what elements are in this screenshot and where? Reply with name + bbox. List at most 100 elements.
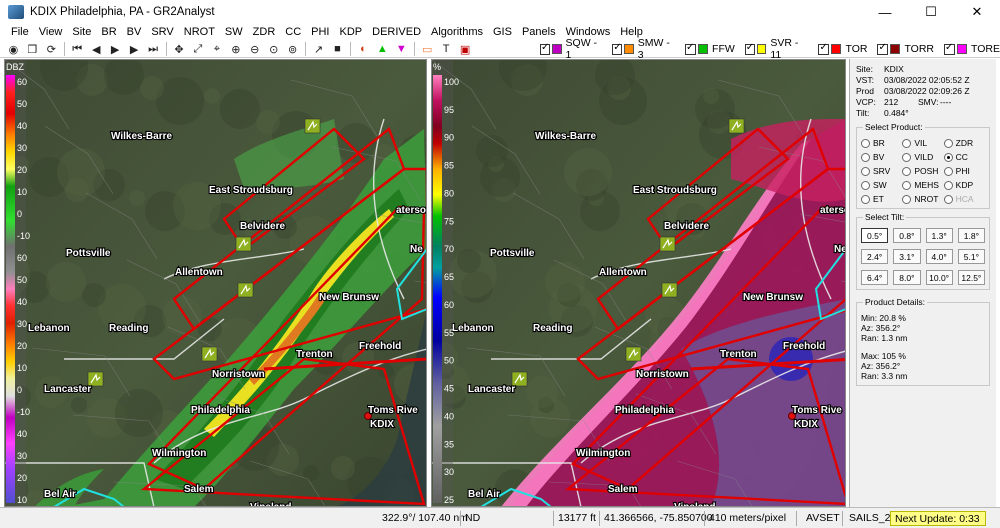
checkbox[interactable] (818, 42, 830, 55)
move-icon[interactable]: ✥ (172, 42, 185, 56)
menu-phi[interactable]: PHI (306, 24, 334, 41)
tilt-button[interactable]: 1.3° (925, 228, 953, 243)
radio-icon[interactable] (861, 166, 870, 176)
menu-site[interactable]: Site (67, 24, 96, 41)
menu-sw[interactable]: SW (220, 24, 248, 41)
reflectivity-map[interactable]: Wilkes-Barre East Stroudsburg Belvidere Pot… (4, 59, 427, 507)
radio-icon[interactable] (902, 180, 912, 190)
tilt-button[interactable]: 8.0° (893, 270, 921, 285)
menu-view[interactable]: View (34, 24, 68, 41)
radio-icon[interactable] (861, 180, 870, 190)
radio-icon[interactable] (861, 152, 870, 162)
tilt-button[interactable]: 6.4° (861, 270, 889, 285)
storm-marker-icon[interactable] (661, 282, 678, 298)
product-radio-mehs[interactable]: MEHS (902, 180, 943, 190)
storm-marker-icon[interactable] (237, 282, 254, 298)
minimize-button[interactable]: — (862, 0, 908, 24)
correlation-coefficient-map[interactable]: Wilkes-Barre East Stroudsburg Belvidere Pot… (431, 59, 846, 507)
tilt-button[interactable]: 5.1° (957, 249, 985, 264)
triangle-up-icon[interactable]: ▲ (376, 42, 389, 56)
warning-toggle-smw[interactable]: SMW - 3 (612, 37, 675, 61)
tilt-button[interactable]: 3.1° (893, 249, 921, 264)
menu-cc[interactable]: CC (280, 24, 306, 41)
product-radio-posh[interactable]: POSH (902, 166, 943, 176)
warning-toggle-tor[interactable]: TOR (818, 42, 867, 55)
radio-icon[interactable] (943, 180, 953, 190)
menu-derived[interactable]: DERIVED (367, 24, 426, 41)
checkbox[interactable] (685, 42, 697, 55)
refresh-icon[interactable]: ⟳ (45, 42, 58, 56)
product-radio-srv[interactable]: SRV (861, 166, 902, 176)
checkbox[interactable] (612, 42, 623, 55)
radio-icon[interactable] (861, 138, 870, 148)
product-radio-et[interactable]: ET (861, 194, 902, 204)
storm-marker-icon[interactable] (304, 118, 321, 134)
stop-icon[interactable]: ■ (331, 42, 344, 56)
product-radio-br[interactable]: BR (861, 138, 902, 148)
menu-srv[interactable]: SRV (146, 24, 178, 41)
maximize-button[interactable]: ☐ (908, 0, 954, 24)
text-icon[interactable]: T (440, 42, 453, 56)
radio-icon[interactable] (902, 194, 912, 204)
storm-marker-icon[interactable] (659, 236, 676, 252)
zoom-in-icon[interactable]: ⊕ (229, 42, 242, 56)
record-icon[interactable]: ▣ (459, 42, 472, 56)
storm-marker-icon[interactable] (235, 236, 252, 252)
warning-toggle-sqw[interactable]: SQW - 1 (540, 37, 602, 61)
reflectivity-pane[interactable]: Wilkes-Barre East Stroudsburg Belvidere Pot… (4, 59, 427, 507)
warning-toggle-svr[interactable]: SVR - 11 (744, 37, 809, 61)
tilt-button[interactable]: 10.0° (925, 270, 953, 285)
checkbox[interactable] (877, 42, 889, 55)
storm-marker-icon[interactable] (625, 346, 642, 362)
storm-marker-icon[interactable] (728, 118, 745, 134)
radio-icon[interactable] (943, 152, 953, 162)
pin-icon[interactable]: ⌖ (210, 42, 223, 56)
checkbox[interactable] (540, 42, 551, 55)
zoom-fit-icon[interactable]: ⊙ (267, 42, 280, 56)
copy-icon[interactable]: ❐ (26, 42, 39, 56)
triangle-down-icon[interactable]: ▼ (395, 42, 408, 56)
radio-icon[interactable] (943, 138, 953, 148)
product-radio-phi[interactable]: PHI (943, 166, 985, 176)
product-radio-kdp[interactable]: KDP (943, 180, 985, 190)
radio-icon[interactable] (943, 166, 953, 176)
warning-toggle-torr[interactable]: TORR (877, 42, 934, 55)
radio-icon[interactable] (861, 194, 870, 204)
first-frame-icon[interactable]: ⏮ (71, 42, 84, 56)
correlation-coefficient-pane[interactable]: Wilkes-Barre East Stroudsburg Belvidere Pot… (431, 59, 846, 507)
checkbox[interactable] (944, 42, 956, 55)
close-button[interactable]: ✕ (954, 0, 1000, 24)
color-table-icon[interactable]: ◐ (357, 42, 370, 56)
last-frame-icon[interactable]: ⏭ (147, 42, 160, 56)
tilt-button[interactable]: 0.8° (893, 228, 921, 243)
app-globe-icon[interactable]: ◉ (7, 42, 20, 56)
product-radio-cc[interactable]: CC (943, 152, 985, 162)
product-radio-sw[interactable]: SW (861, 180, 902, 190)
next-frame-icon[interactable]: ▶ (128, 42, 141, 56)
zoom-out-icon[interactable]: ⊖ (248, 42, 261, 56)
measure-icon[interactable]: ⤢ (191, 42, 204, 56)
tilt-button[interactable]: 2.4° (861, 249, 889, 264)
product-radio-vil[interactable]: VIL (902, 138, 943, 148)
product-radio-vild[interactable]: VILD (902, 152, 943, 162)
menu-zdr[interactable]: ZDR (248, 24, 281, 41)
tilt-button[interactable]: 0.5° (861, 228, 889, 243)
radio-icon[interactable] (902, 138, 912, 148)
warning-toggle-ffw[interactable]: FFW (685, 42, 735, 55)
tilt-button[interactable]: 1.8° (957, 228, 985, 243)
menu-bv[interactable]: BV (122, 24, 147, 41)
menu-gis[interactable]: GIS (488, 24, 517, 41)
play-icon[interactable]: ▶ (109, 42, 122, 56)
checkbox[interactable] (744, 42, 756, 55)
tilt-button[interactable]: 12.5° (957, 270, 985, 285)
product-radio-zdr[interactable]: ZDR (943, 138, 985, 148)
product-radio-nrot[interactable]: NROT (902, 194, 943, 204)
radio-icon[interactable] (943, 194, 953, 204)
warning-toggle-tore[interactable]: TORE (944, 42, 1000, 55)
placefile-icon[interactable]: ▭ (421, 42, 434, 56)
product-radio-bv[interactable]: BV (861, 152, 902, 162)
menu-br[interactable]: BR (96, 24, 121, 41)
radio-icon[interactable] (902, 152, 912, 162)
radio-icon[interactable] (902, 166, 912, 176)
storm-marker-icon[interactable] (201, 346, 218, 362)
